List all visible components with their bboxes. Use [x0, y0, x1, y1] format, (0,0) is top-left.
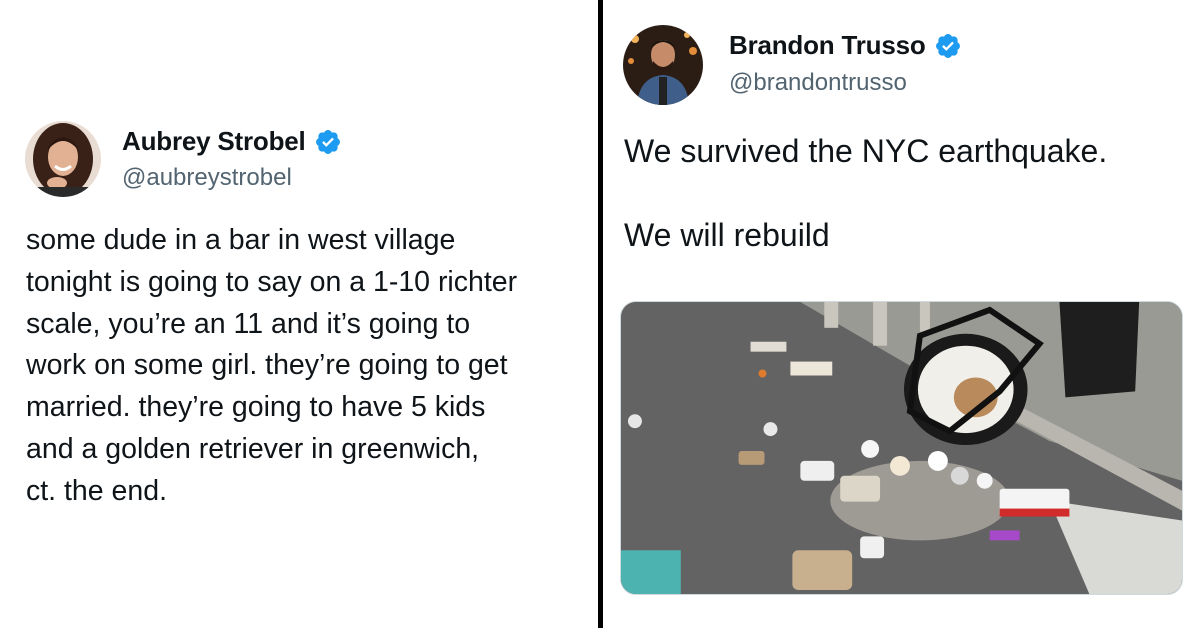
- left-name-row: Aubrey Strobel: [122, 126, 342, 157]
- verified-badge-icon: [934, 32, 962, 60]
- right-name-row: Brandon Trusso: [729, 30, 962, 61]
- left-tweet-card: Aubrey Strobel @aubreystrobel some dude …: [0, 0, 598, 628]
- left-tweet-text: some dude in a bar in west village tonig…: [26, 224, 518, 507]
- right-avatar[interactable]: [623, 25, 703, 105]
- tweet-photo[interactable]: [620, 301, 1183, 595]
- right-tweet-card: Brandon Trusso @brandontrusso We survive…: [603, 0, 1200, 628]
- verified-badge-icon: [314, 128, 342, 156]
- left-display-name[interactable]: Aubrey Strobel: [122, 126, 306, 157]
- right-handle[interactable]: @brandontrusso: [729, 69, 907, 97]
- left-handle[interactable]: @aubreystrobel: [122, 164, 292, 192]
- left-avatar[interactable]: [25, 121, 101, 197]
- right-tweet-text: We survived the NYC earthquake. We will …: [624, 133, 1108, 253]
- right-display-name[interactable]: Brandon Trusso: [729, 30, 926, 61]
